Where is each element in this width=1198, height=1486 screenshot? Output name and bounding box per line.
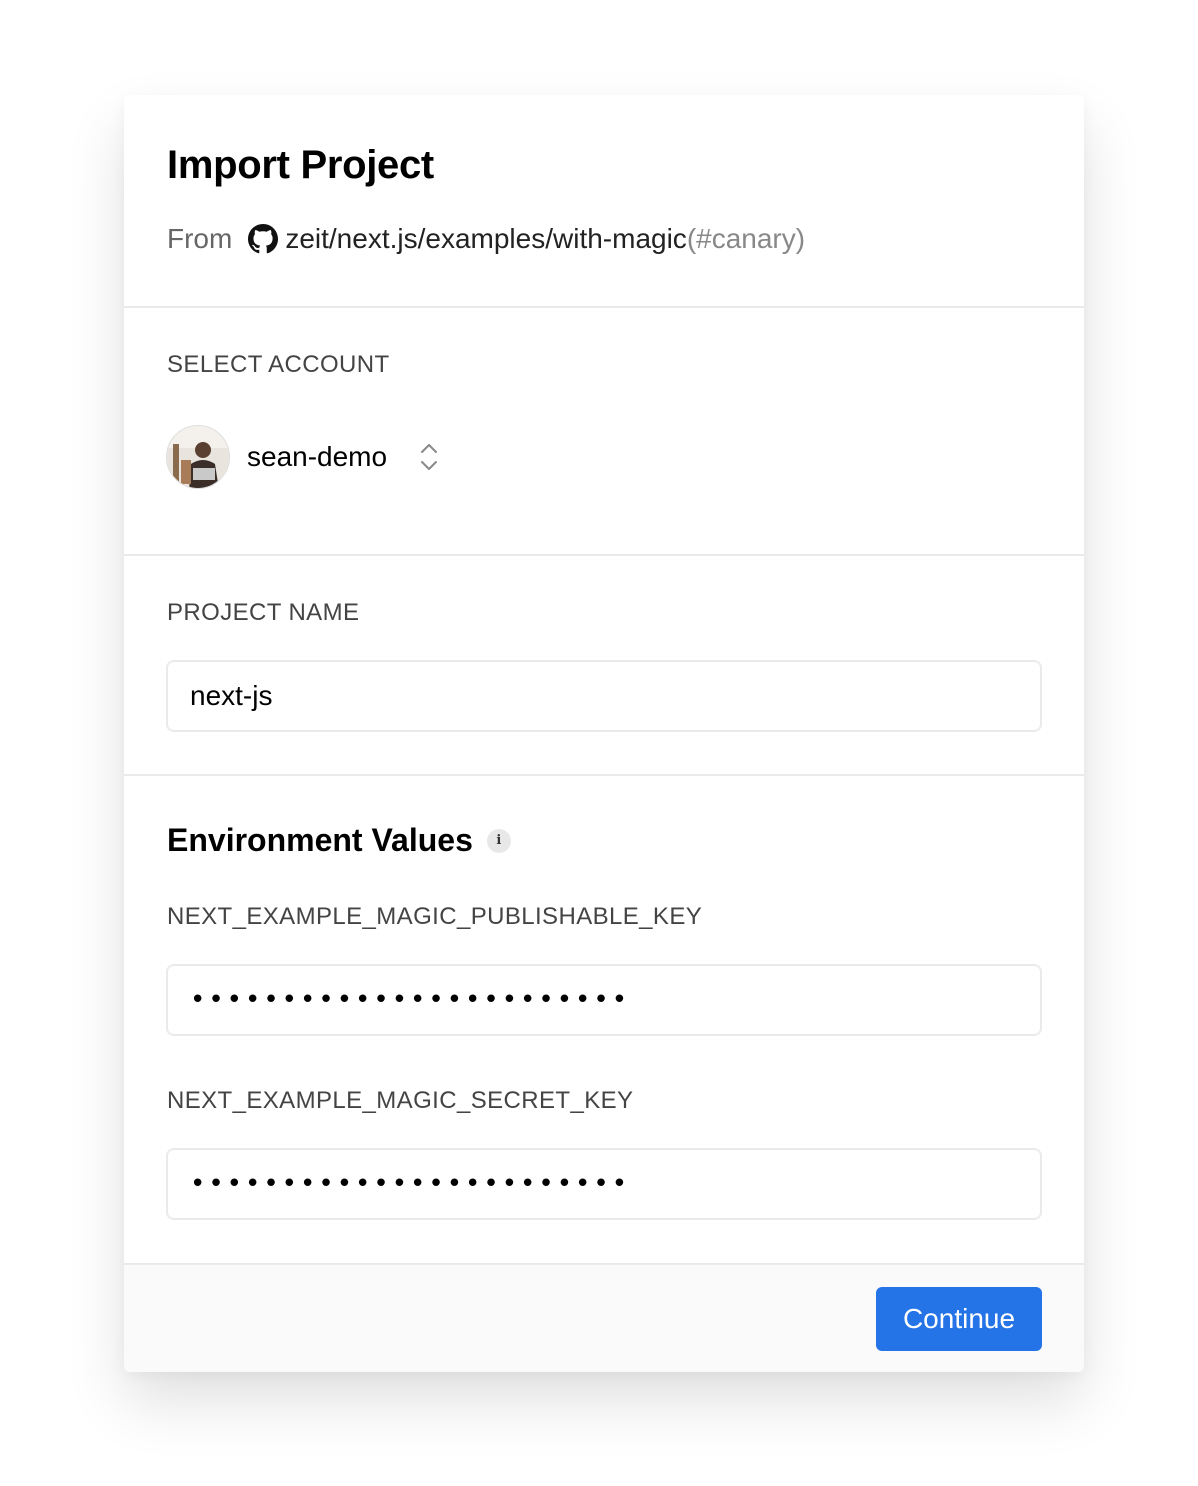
divider (124, 774, 1084, 776)
source-repo-row: From zeit/next.js/examples/with-magic (#… (167, 223, 805, 255)
environment-values-title: Environment Values (167, 822, 473, 858)
divider (124, 554, 1084, 556)
project-name-input[interactable] (166, 660, 1042, 732)
repo-path-link[interactable]: zeit/next.js/examples/with-magic (285, 223, 686, 255)
publishable-key-input[interactable] (166, 964, 1042, 1036)
environment-values-heading: Environment Values i (167, 822, 511, 859)
card-footer: Continue (124, 1263, 1084, 1372)
branch-label: (#canary) (686, 223, 806, 254)
continue-button[interactable]: Continue (876, 1287, 1042, 1351)
chevron-up-down-icon[interactable] (419, 441, 439, 473)
import-project-card: Import Project From zeit/next.js/example… (124, 95, 1084, 1372)
account-selector[interactable]: sean-demo (166, 425, 439, 489)
project-name-label: PROJECT NAME (167, 599, 360, 626)
select-account-label: SELECT ACCOUNT (167, 351, 390, 378)
env-var-key-label: NEXT_EXAMPLE_MAGIC_PUBLISHABLE_KEY (167, 903, 703, 930)
github-icon (248, 224, 279, 254)
info-icon[interactable]: i (486, 828, 511, 853)
divider (124, 306, 1084, 308)
account-name: sean-demo (247, 441, 388, 472)
from-label: From (167, 223, 233, 254)
avatar (166, 425, 230, 489)
page-title: Import Project (167, 143, 434, 187)
secret-key-input[interactable] (166, 1148, 1042, 1220)
env-var-key-label: NEXT_EXAMPLE_MAGIC_SECRET_KEY (167, 1087, 634, 1114)
